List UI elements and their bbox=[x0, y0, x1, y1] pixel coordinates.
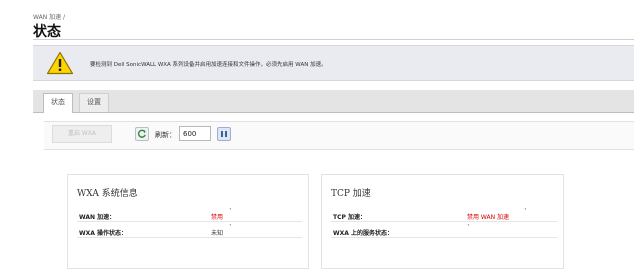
panel-title: TCP 加速 bbox=[331, 189, 371, 199]
refresh-button[interactable] bbox=[135, 127, 149, 141]
status-marker: ` bbox=[524, 208, 528, 216]
refresh-icon bbox=[137, 129, 146, 138]
page-title: 状态 bbox=[33, 24, 61, 40]
status-value: 未知 bbox=[211, 230, 224, 237]
status-value: 禁用 bbox=[211, 214, 224, 221]
tcp-acceleration-panel: TCP 加速 TCP 加速： 禁用 WAN 加速 ` WXA 上的服务状态： ` bbox=[321, 174, 564, 269]
tab-settings[interactable]: 设置 bbox=[79, 93, 109, 112]
alert-message: 要检测到 Dell SonicWALL WXA 系列设备并启用加速连接和文件操作… bbox=[90, 62, 327, 68]
tcp-acceleration-row: TCP 加速： 禁用 WAN 加速 ` bbox=[331, 208, 557, 222]
panel-title: WXA 系统信息 bbox=[77, 189, 138, 199]
row-label: WAN 加速： bbox=[79, 214, 116, 221]
refresh-interval-label: 刷新： bbox=[155, 131, 176, 139]
row-label: WXA 上的服务状态： bbox=[333, 230, 393, 237]
tab-bar: 状态 设置 bbox=[33, 90, 634, 113]
refresh-interval-input[interactable] bbox=[179, 126, 211, 141]
row-label: WXA 操作状态： bbox=[79, 230, 127, 237]
row-label: TCP 加速： bbox=[333, 214, 366, 221]
status-marker: ` bbox=[229, 208, 233, 216]
tab-status[interactable]: 状态 bbox=[43, 93, 73, 113]
pause-button[interactable] bbox=[217, 127, 231, 141]
status-toolbar: 重启 WXA 刷新： bbox=[44, 121, 634, 150]
wxa-operation-status-row: WXA 操作状态： 未知 ` bbox=[77, 224, 302, 238]
status-value: 禁用 WAN 加速 bbox=[467, 214, 510, 221]
restart-wxa-button[interactable]: 重启 WXA bbox=[52, 125, 112, 143]
title-divider bbox=[33, 39, 634, 40]
wxa-system-info-panel: WXA 系统信息 WAN 加速： 禁用 ` WXA 操作状态： 未知 ` bbox=[67, 174, 309, 269]
wxa-service-status-row: WXA 上的服务状态： ` bbox=[331, 224, 557, 238]
status-marker: ` bbox=[229, 224, 233, 232]
alert-banner: 要检测到 Dell SonicWALL WXA 系列设备并启用加速连接和文件操作… bbox=[33, 45, 634, 81]
status-marker: ` bbox=[467, 224, 471, 232]
warning-triangle-icon bbox=[46, 51, 74, 75]
breadcrumb[interactable]: WAN 加速 / bbox=[33, 12, 65, 21]
wan-acceleration-row: WAN 加速： 禁用 ` bbox=[77, 208, 302, 222]
